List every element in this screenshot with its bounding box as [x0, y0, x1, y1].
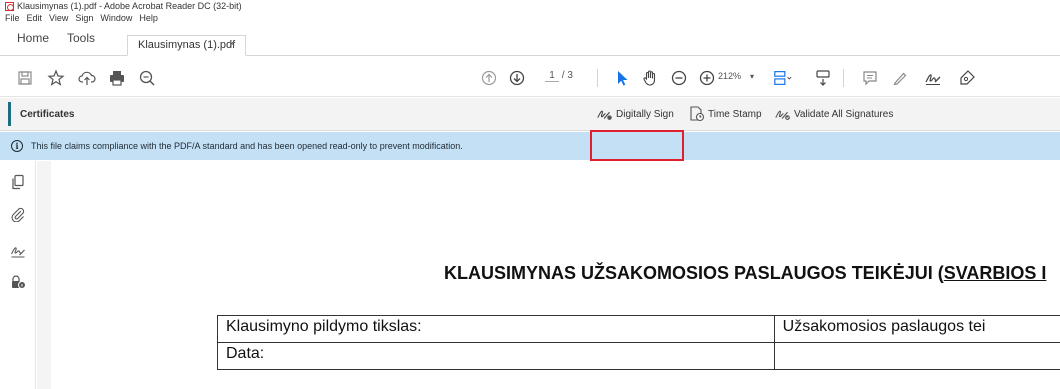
next-page-icon[interactable]	[507, 68, 527, 88]
title-bar: Klausimynas (1).pdf - Adobe Acrobat Read…	[0, 0, 1060, 12]
table-row: Klausimyno pildymo tikslas: Užsakomosios…	[217, 315, 1060, 343]
pdf-page: KLAUSIMYNAS UŽSAKOMOSIOS PASLAUGOS TEIKĖ…	[51, 161, 1060, 389]
menu-sign[interactable]: Sign	[75, 13, 93, 23]
menu-file[interactable]: File	[5, 13, 20, 23]
time-stamp-label: Time Stamp	[708, 108, 762, 120]
document-viewport[interactable]: KLAUSIMYNAS UŽSAKOMOSIOS PASLAUGOS TEIKĖ…	[37, 161, 1060, 389]
menu-view[interactable]: View	[49, 13, 68, 23]
document-heading: KLAUSIMYNAS UŽSAKOMOSIOS PASLAUGOS TEIKĖ…	[444, 263, 1046, 284]
fill-sign-icon[interactable]	[957, 68, 977, 88]
select-cursor-icon[interactable]	[612, 68, 632, 88]
table-cell: Užsakomosios paslaugos tei	[773, 315, 1060, 343]
menu-bar: File Edit View Sign Window Help	[0, 12, 165, 24]
hand-tool-icon[interactable]	[640, 68, 660, 88]
scroll-mode-icon[interactable]	[813, 68, 833, 88]
page-number-input[interactable]: 1	[545, 70, 559, 82]
certificates-title: Certificates	[20, 109, 75, 120]
zoom-out-icon[interactable]	[669, 68, 689, 88]
menu-help[interactable]: Help	[139, 13, 158, 23]
toolbar-divider	[597, 69, 598, 87]
menu-edit[interactable]: Edit	[27, 13, 43, 23]
table-cell	[773, 342, 1060, 370]
chevron-down-icon: ▾	[750, 72, 755, 81]
certificates-toolbar: Certificates Digitally Sign Time Stamp V…	[0, 98, 1060, 131]
zoom-value: 212%	[718, 71, 742, 81]
previous-page-icon[interactable]	[479, 68, 499, 88]
acrobat-window: Klausimynas (1).pdf - Adobe Acrobat Read…	[0, 0, 1060, 389]
tab-tools[interactable]: Tools	[67, 31, 95, 45]
time-stamp-button[interactable]: Time Stamp	[688, 104, 762, 124]
pages-icon[interactable]	[8, 172, 28, 192]
panel-accent	[8, 102, 11, 126]
toolbar-divider	[843, 69, 844, 87]
digitally-sign-highlight	[590, 130, 684, 161]
highlight-pen-icon[interactable]	[890, 68, 910, 88]
page-display-icon[interactable]	[773, 68, 793, 88]
validate-signature-icon	[775, 110, 790, 120]
table-cell: Data:	[217, 342, 775, 370]
page-indicator: 1 / 3	[545, 70, 573, 82]
banner-message: This file claims compliance with the PDF…	[31, 141, 463, 151]
tab-document[interactable]: Klausimynas (1).pdf ×	[127, 35, 246, 56]
digital-sign-pen-icon	[597, 110, 612, 120]
heading-text: KLAUSIMYNAS UŽSAKOMOSIOS PASLAUGOS TEIKĖ…	[444, 263, 944, 283]
save-icon[interactable]	[15, 68, 35, 88]
print-icon[interactable]	[107, 68, 127, 88]
form-table: Klausimyno pildymo tikslas: Užsakomosios…	[217, 315, 1060, 370]
table-cell: Klausimyno pildymo tikslas:	[217, 315, 775, 343]
table-row: Data:	[217, 342, 1060, 370]
menu-window[interactable]: Window	[100, 13, 132, 23]
info-icon: i	[11, 140, 23, 152]
digitally-sign-button[interactable]: Digitally Sign	[596, 104, 674, 124]
zoom-in-icon[interactable]	[697, 68, 717, 88]
tab-home[interactable]: Home	[17, 31, 49, 45]
close-tab-icon[interactable]: ×	[229, 39, 235, 50]
left-navigation-rail	[0, 161, 36, 389]
tab-bar: Home Tools Klausimynas (1).pdf ×	[0, 24, 1060, 56]
acrobat-logo-icon	[5, 1, 14, 11]
search-zoom-icon[interactable]	[137, 68, 157, 88]
time-stamp-icon	[690, 106, 705, 122]
cloud-upload-icon[interactable]	[77, 68, 97, 88]
heading-underlined-text: SVARBIOS I	[943, 263, 1047, 283]
attachments-icon[interactable]	[8, 204, 28, 224]
validate-all-signatures-button[interactable]: Validate All Signatures	[774, 104, 893, 124]
comment-icon[interactable]	[860, 68, 880, 88]
main-toolbar: 1 / 3 212% ▾	[0, 57, 1060, 97]
security-lock-icon[interactable]	[8, 272, 28, 292]
digitally-sign-label: Digitally Sign	[616, 108, 674, 120]
signatures-icon[interactable]	[8, 241, 28, 261]
bookmark-star-icon[interactable]	[46, 68, 66, 88]
tab-document-label: Klausimynas (1).pdf	[138, 39, 236, 51]
sign-icon[interactable]	[923, 68, 943, 88]
window-title: Klausimynas (1).pdf - Adobe Acrobat Read…	[17, 1, 242, 11]
zoom-select[interactable]: 212% ▾	[718, 71, 754, 81]
pdfa-info-banner: i This file claims compliance with the P…	[0, 132, 1060, 160]
validate-all-label: Validate All Signatures	[794, 108, 894, 120]
page-total: / 3	[561, 70, 573, 81]
